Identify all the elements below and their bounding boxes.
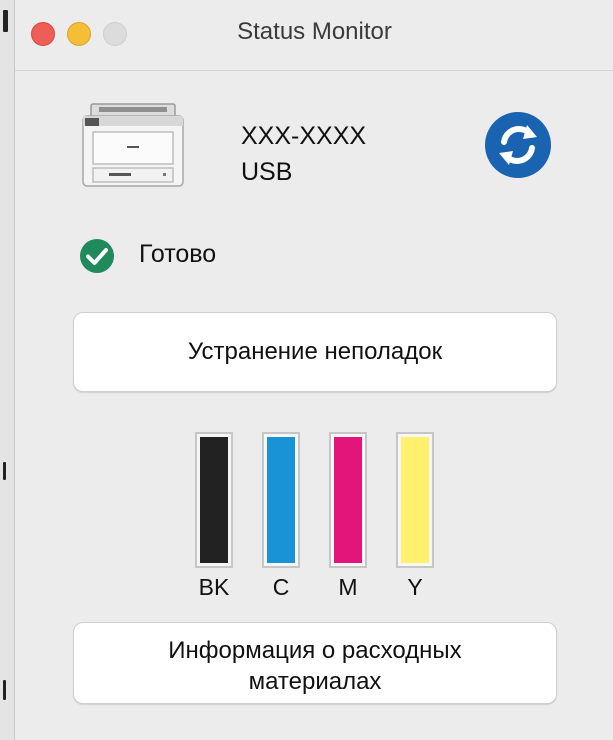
- ink-cartridge-y: [396, 432, 434, 568]
- supplies-info-button[interactable]: Информация о расходных материалах: [73, 622, 557, 704]
- connection-type-label: USB: [241, 158, 293, 186]
- window-title: Status Monitor: [237, 18, 392, 45]
- ink-label: M: [338, 574, 358, 600]
- refresh-button[interactable]: [485, 112, 551, 178]
- desktop-edge-mark: [3, 10, 8, 32]
- ink-level-fill: [401, 437, 429, 563]
- ink-label: BK: [198, 574, 230, 600]
- check-circle-icon: [79, 238, 115, 279]
- ink-cartridge-c: [262, 432, 300, 568]
- supplies-info-label-line2: материалах: [248, 668, 382, 695]
- troubleshooting-button[interactable]: Устранение неполадок: [73, 312, 557, 392]
- printer-icon: [79, 100, 187, 197]
- desktop-background: [0, 0, 14, 740]
- device-model-label: XXX-XXXX: [241, 122, 367, 150]
- desktop-edge-mark: [3, 680, 6, 700]
- ink-cartridge-m: [329, 432, 367, 568]
- supplies-info-label-line1: Информация о расходных: [168, 637, 462, 664]
- ink-label: Y: [407, 574, 423, 600]
- status-text: Готово: [139, 240, 217, 268]
- ink-level-fill: [267, 437, 295, 563]
- title-bar[interactable]: Status Monitor: [15, 0, 613, 71]
- ink-level-fill: [200, 437, 228, 563]
- ink-level-fill: [334, 437, 362, 563]
- ink-label: C: [272, 574, 290, 600]
- status-monitor-window: Status Monitor XXX-XXXX USB Готово Устра…: [14, 0, 613, 740]
- ink-cartridge-bk: [195, 432, 233, 568]
- desktop-edge-mark: [3, 462, 6, 480]
